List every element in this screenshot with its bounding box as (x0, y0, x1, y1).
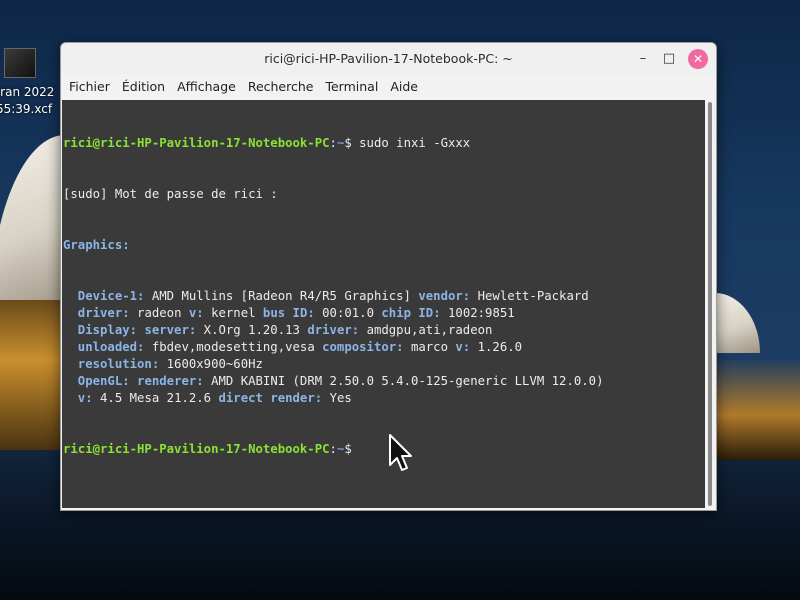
info-value: radeon (137, 306, 189, 320)
window-title: rici@rici-HP-Pavilion-17-Notebook-PC: ~ (264, 51, 513, 66)
info-key: chip ID: (381, 306, 449, 320)
info-key: v: (188, 306, 212, 320)
sudo-prompt-line: [sudo] Mot de passe de rici : (63, 187, 278, 201)
desktop-background: cran 2022 55:39.xcf rici@rici-HP-Pavilio… (0, 0, 800, 600)
prompt-separator: : (329, 442, 337, 456)
terminal-text: rici@rici-HP-Pavilion-17-Notebook-PC:~$ … (62, 100, 705, 492)
command-line: rici@rici-HP-Pavilion-17-Notebook-PC:~$ … (63, 135, 705, 152)
graphics-section-header: Graphics: (63, 238, 130, 252)
opera-house-shell-right (715, 293, 760, 353)
opera-house-shell-large (0, 135, 65, 315)
info-key: driver: (63, 306, 138, 320)
info-key: server: (144, 323, 204, 337)
menu-terminal[interactable]: Terminal (320, 75, 383, 99)
info-value: 1002:9851 (448, 306, 515, 320)
info-value: kernel (211, 306, 263, 320)
info-key: unloaded: (63, 340, 152, 354)
maximize-button[interactable]: □ (659, 49, 679, 69)
info-key: OpenGL: (63, 374, 138, 388)
menu-affichage[interactable]: Affichage (172, 75, 241, 99)
graphics-info-line: resolution: 1600x900~60Hz (63, 356, 705, 373)
command-text: sudo inxi -Gxxx (359, 136, 471, 150)
menu-recherche[interactable]: Recherche (243, 75, 319, 99)
graphics-info-block: Device-1: AMD Mullins [Radeon R4/R5 Grap… (63, 288, 705, 407)
graphics-info-line: Display: server: X.Org 1.20.13 driver: a… (63, 322, 705, 339)
minimize-button[interactable]: – (633, 49, 653, 69)
info-value: amdgpu,ati,radeon (366, 323, 493, 337)
info-value: 4.5 Mesa 21.2.6 (100, 391, 219, 405)
desktop-file-label-line2: 55:39.xcf (0, 102, 53, 116)
menu-edition[interactable]: Édition (117, 75, 170, 99)
info-value: 00:01.0 (322, 306, 382, 320)
desktop-file-icon[interactable]: cran 2022 55:39.xcf (0, 48, 62, 118)
info-value: AMD Mullins [Radeon R4/R5 Graphics] (151, 289, 419, 303)
terminal-scrollbar[interactable] (705, 100, 715, 508)
menu-fichier[interactable]: Fichier (64, 75, 115, 99)
prompt-symbol: $ (344, 136, 360, 150)
info-key: vendor: (418, 289, 478, 303)
info-value: X.Org 1.20.13 (203, 323, 308, 337)
info-value: marco (410, 340, 456, 354)
prompt-user-host: rici@rici-HP-Pavilion-17-Notebook-PC (63, 442, 330, 456)
info-value: AMD KABINI (DRM 2.50.0 5.4.0-125-generic… (211, 374, 604, 388)
current-prompt-line: rici@rici-HP-Pavilion-17-Notebook-PC:~$ (63, 441, 705, 458)
info-key: v: (455, 340, 478, 354)
close-button[interactable]: ✕ (688, 49, 708, 69)
city-lights (710, 360, 800, 460)
opera-house-lights (0, 300, 62, 450)
mouse-pointer-icon (389, 434, 412, 471)
graphics-info-line: driver: radeon v: kernel bus ID: 00:01.0… (63, 305, 705, 322)
window-titlebar[interactable]: rici@rici-HP-Pavilion-17-Notebook-PC: ~ … (61, 43, 716, 75)
graphics-info-line: v: 4.5 Mesa 21.2.6 direct render: Yes (63, 390, 705, 407)
info-key: v: (63, 391, 101, 405)
graphics-info-line: Device-1: AMD Mullins [Radeon R4/R5 Grap… (63, 288, 705, 305)
graphics-info-line: unloaded: fbdev,modesetting,vesa composi… (63, 339, 705, 356)
info-value: Hewlett-Packard (477, 289, 589, 303)
terminal-output[interactable]: rici@rici-HP-Pavilion-17-Notebook-PC:~$ … (62, 100, 705, 508)
desktop-file-label-line1: cran 2022 (0, 85, 55, 99)
info-key: renderer: (137, 374, 212, 388)
info-value: fbdev,modesetting,vesa (151, 340, 323, 354)
info-key: Device-1: (63, 289, 152, 303)
scrollbar-thumb[interactable] (708, 102, 712, 506)
info-value: 1600x900~60Hz (166, 357, 263, 371)
info-key: resolution: (63, 357, 167, 371)
prompt-user-host: rici@rici-HP-Pavilion-17-Notebook-PC (63, 136, 330, 150)
info-value: Yes (329, 391, 352, 405)
prompt-symbol: $ (344, 442, 360, 456)
info-key: driver: (307, 323, 367, 337)
menubar: Fichier Édition Affichage Recherche Term… (61, 75, 716, 99)
menu-aide[interactable]: Aide (385, 75, 423, 99)
info-key: direct render: (218, 391, 330, 405)
graphics-info-line: OpenGL: renderer: AMD KABINI (DRM 2.50.0… (63, 373, 705, 390)
xcf-file-icon (4, 48, 36, 78)
prompt-separator: : (329, 136, 337, 150)
info-key: bus ID: (262, 306, 323, 320)
info-key: compositor: (322, 340, 411, 354)
info-key: Display: (63, 323, 145, 337)
info-value: 1.26.0 (477, 340, 523, 354)
